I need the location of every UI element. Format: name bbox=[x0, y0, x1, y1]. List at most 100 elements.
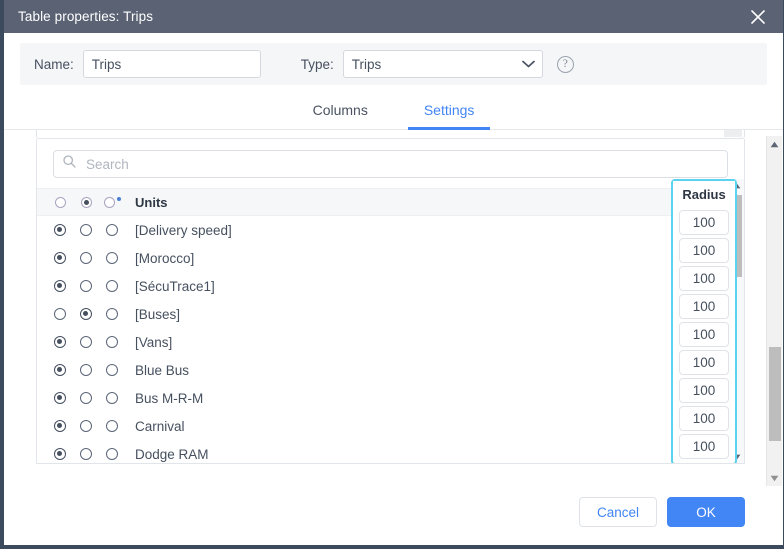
row-radio-cell-1 bbox=[47, 224, 73, 236]
row-radio-1[interactable] bbox=[54, 308, 66, 320]
row-label: [SécuTrace1] bbox=[135, 278, 215, 294]
row-radio-2[interactable] bbox=[80, 280, 92, 292]
close-icon[interactable] bbox=[745, 4, 771, 30]
row-radio-3[interactable] bbox=[106, 420, 118, 432]
row-radio-cell-1 bbox=[47, 336, 73, 348]
row-radio-2[interactable] bbox=[80, 392, 92, 404]
header-radio-cell-3 bbox=[99, 196, 125, 208]
radius-input[interactable] bbox=[679, 209, 729, 235]
scrolled-partial-nub bbox=[724, 130, 742, 137]
row-radio-cell-3 bbox=[99, 420, 125, 432]
row-radio-cell-2 bbox=[73, 336, 99, 348]
type-select[interactable]: Trips bbox=[342, 50, 543, 78]
row-radio-cell-3 bbox=[99, 336, 125, 348]
table-row[interactable]: Blue Bus bbox=[37, 356, 744, 384]
row-radio-1[interactable] bbox=[54, 224, 66, 236]
scrolled-partial-element bbox=[36, 130, 745, 139]
row-radio-3[interactable] bbox=[106, 448, 118, 460]
column-header-units: Units bbox=[135, 194, 168, 210]
table-row[interactable]: [Morocco] bbox=[37, 244, 744, 272]
row-radio-1[interactable] bbox=[54, 280, 66, 292]
units-table-header: Units bbox=[37, 188, 744, 216]
row-label: Carnival bbox=[135, 418, 185, 434]
table-row[interactable]: Dodge RAM bbox=[37, 440, 744, 463]
header-radio-1[interactable] bbox=[54, 196, 66, 208]
row-radio-1[interactable] bbox=[54, 448, 66, 460]
radius-input[interactable] bbox=[679, 405, 729, 431]
radius-input[interactable] bbox=[679, 349, 729, 375]
row-radio-2[interactable] bbox=[80, 364, 92, 376]
radius-input[interactable] bbox=[679, 321, 729, 347]
search-input[interactable] bbox=[84, 155, 718, 173]
radius-cell bbox=[673, 376, 735, 404]
row-radio-3[interactable] bbox=[106, 336, 118, 348]
row-radio-1[interactable] bbox=[54, 420, 66, 432]
table-row[interactable]: [Delivery speed] bbox=[37, 216, 744, 244]
header-indicator-dot bbox=[116, 196, 121, 201]
radius-cell bbox=[673, 404, 735, 432]
row-radio-cell-1 bbox=[47, 420, 73, 432]
table-row[interactable]: [Buses] bbox=[37, 300, 744, 328]
radius-input[interactable] bbox=[679, 377, 729, 403]
row-radio-2[interactable] bbox=[80, 308, 92, 320]
table-properties-dialog: Table properties: Trips Name: Type: Trip… bbox=[0, 0, 784, 549]
radius-input[interactable] bbox=[679, 265, 729, 291]
column-header-radius: Radius bbox=[673, 181, 735, 208]
row-radio-3[interactable] bbox=[106, 392, 118, 404]
header-radio-2[interactable] bbox=[80, 196, 92, 208]
row-label: [Delivery speed] bbox=[135, 222, 232, 238]
tab-columns[interactable]: Columns bbox=[307, 98, 374, 129]
table-row[interactable]: Bus M-R-M bbox=[37, 384, 744, 412]
row-radio-3[interactable] bbox=[106, 252, 118, 264]
help-icon[interactable]: ? bbox=[556, 55, 574, 73]
row-radio-cell-1 bbox=[47, 448, 73, 460]
settings-body: Units [Delivery speed] [Morocco] [SécuTrac… bbox=[20, 130, 767, 472]
tab-bar: Columns Settings bbox=[4, 98, 783, 130]
radius-cell bbox=[673, 348, 735, 376]
row-radio-1[interactable] bbox=[54, 392, 66, 404]
radius-input[interactable] bbox=[679, 237, 729, 263]
table-row[interactable]: [SécuTrace1] bbox=[37, 272, 744, 300]
dialog-scroll-thumb[interactable] bbox=[769, 347, 781, 441]
table-row[interactable]: Carnival bbox=[37, 412, 744, 440]
row-radio-3[interactable] bbox=[106, 308, 118, 320]
cancel-button[interactable]: Cancel bbox=[579, 497, 657, 527]
radius-input[interactable] bbox=[679, 293, 729, 319]
dialog-scroll-down-icon[interactable] bbox=[767, 470, 782, 486]
dialog-scrollbar[interactable] bbox=[766, 136, 782, 486]
header-radio-3[interactable] bbox=[103, 196, 115, 208]
row-radio-cell-2 bbox=[73, 420, 99, 432]
row-radio-2[interactable] bbox=[80, 224, 92, 236]
row-radio-cell-3 bbox=[99, 252, 125, 264]
row-radio-1[interactable] bbox=[54, 364, 66, 376]
row-radio-cell-3 bbox=[99, 308, 125, 320]
row-radio-1[interactable] bbox=[54, 336, 66, 348]
row-radio-2[interactable] bbox=[80, 336, 92, 348]
radius-cell bbox=[673, 292, 735, 320]
units-rows: [Delivery speed] [Morocco] [SécuTrace1] [Bu… bbox=[37, 216, 744, 463]
dialog-footer: Cancel OK bbox=[4, 483, 783, 541]
row-radio-3[interactable] bbox=[106, 224, 118, 236]
search-box[interactable] bbox=[53, 150, 728, 178]
radius-cell bbox=[673, 236, 735, 264]
properties-form: Name: Type: Trips ? bbox=[20, 43, 767, 85]
dialog-title: Table properties: Trips bbox=[18, 9, 154, 24]
row-radio-cell-3 bbox=[99, 280, 125, 292]
radius-cell bbox=[673, 432, 735, 460]
name-input[interactable] bbox=[82, 50, 261, 78]
units-panel: Units [Delivery speed] [Morocco] [SécuTrac… bbox=[36, 139, 745, 464]
ok-button[interactable]: OK bbox=[667, 497, 745, 527]
row-radio-2[interactable] bbox=[80, 252, 92, 264]
dialog-scroll-up-icon[interactable] bbox=[767, 136, 782, 152]
row-radio-3[interactable] bbox=[106, 364, 118, 376]
header-radio-cell-1 bbox=[47, 196, 73, 208]
tab-settings[interactable]: Settings bbox=[407, 98, 490, 130]
row-radio-cell-1 bbox=[47, 252, 73, 264]
row-radio-1[interactable] bbox=[54, 252, 66, 264]
row-radio-2[interactable] bbox=[80, 420, 92, 432]
row-radio-3[interactable] bbox=[106, 280, 118, 292]
table-row[interactable]: [Vans] bbox=[37, 328, 744, 356]
row-radio-cell-2 bbox=[73, 224, 99, 236]
radius-input[interactable] bbox=[679, 433, 729, 459]
row-radio-2[interactable] bbox=[80, 448, 92, 460]
